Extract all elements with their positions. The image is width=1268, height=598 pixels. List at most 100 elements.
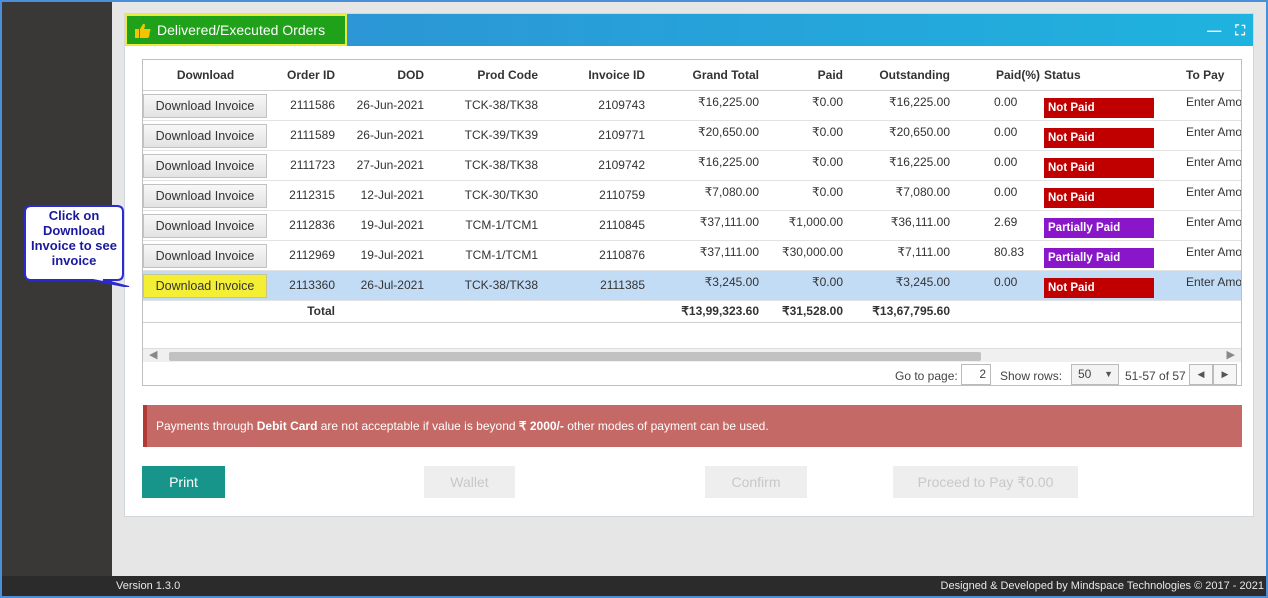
outstanding-cell: ₹7,111.00 (861, 240, 968, 271)
table-row[interactable]: Download Invoice 2112969 19-Jul-2021 TCM-1/… (143, 240, 1241, 271)
download-invoice-button[interactable]: Download Invoice (143, 273, 267, 298)
paid-cell: ₹0.00 (777, 150, 861, 181)
notice-text-middle: are not acceptable if value is beyond (317, 419, 519, 433)
scroll-left-icon[interactable]: ◀ (149, 348, 157, 361)
goto-page-label: Go to page: (895, 369, 958, 383)
status-badge: Not Paid (1044, 157, 1154, 178)
col-header-paid[interactable]: Paid (777, 60, 861, 91)
status-badge: Partially Paid (1044, 247, 1154, 268)
dod-cell: 19-Jul-2021 (353, 210, 442, 241)
download-invoice-button[interactable]: Download Invoice (143, 243, 267, 268)
total-outstanding: ₹13,67,795.60 (861, 300, 968, 323)
show-rows-label: Show rows: (1000, 369, 1063, 383)
paid-cell: ₹0.00 (777, 180, 861, 211)
download-invoice-button[interactable]: Download Invoice (143, 213, 267, 238)
invoice-id-cell: 2109742 (556, 150, 663, 181)
total-label: Total (268, 300, 353, 323)
to-pay-input[interactable]: Enter Amount (1154, 180, 1241, 211)
table-row[interactable]: Download Invoice 2112836 19-Jul-2021 TCM-1/… (143, 210, 1241, 241)
paid-pct-cell: 0.00 (968, 120, 1044, 151)
outstanding-cell: ₹36,111.00 (861, 210, 968, 241)
next-page-button[interactable]: ▶ (1213, 364, 1237, 385)
rows-per-page-select[interactable]: 50 ▼ (1071, 364, 1119, 385)
col-header-order-id[interactable]: Order ID (268, 60, 353, 91)
col-header-paid-pct[interactable]: Paid(%) (968, 60, 1044, 91)
download-invoice-button[interactable]: Download Invoice (143, 183, 267, 208)
to-pay-input[interactable]: Enter Amount (1154, 240, 1241, 271)
goto-page-input[interactable]: 2 (961, 364, 991, 385)
table-row[interactable]: Download Invoice 2111723 27-Jun-2021 TCK-38… (143, 150, 1241, 181)
col-header-to-pay[interactable]: To Pay (1154, 60, 1241, 91)
prod-code-cell: TCK-38/TK38 (442, 150, 556, 181)
notice-debit-card: Debit Card (256, 419, 318, 433)
wallet-button[interactable]: Wallet (424, 466, 515, 498)
confirm-button[interactable]: Confirm (705, 466, 807, 498)
status-badge: Partially Paid (1044, 217, 1154, 238)
paid-cell: ₹30,000.00 (777, 240, 861, 271)
order-id-cell: 2112836 (268, 210, 353, 241)
credit-text: Designed & Developed by Mindspace Techno… (940, 580, 1264, 592)
chevron-down-icon: ▼ (1104, 369, 1113, 379)
total-to-pay: ₹ (1154, 300, 1241, 323)
order-id-cell: 2113360 (268, 270, 353, 301)
download-invoice-button[interactable]: Download Invoice (143, 123, 267, 148)
to-pay-input[interactable]: Enter Amount (1154, 90, 1241, 121)
horizontal-scrollbar[interactable]: ◀ ▶ (143, 348, 1241, 362)
download-invoice-button[interactable]: Download Invoice (143, 93, 267, 118)
outstanding-cell: ₹16,225.00 (861, 90, 968, 121)
prod-code-cell: TCK-38/TK38 (442, 90, 556, 121)
col-header-grand-total[interactable]: Grand Total (663, 60, 777, 91)
status-cell: Partially Paid (1044, 210, 1154, 241)
left-sidebar (2, 2, 112, 576)
download-cell: Download Invoice (143, 210, 268, 241)
col-header-prod-code[interactable]: Prod Code (442, 60, 556, 91)
table-row[interactable]: Download Invoice 2111586 26-Jun-2021 TCK-38… (143, 90, 1241, 121)
status-cell: Not Paid (1044, 90, 1154, 121)
order-id-cell: 2112315 (268, 180, 353, 211)
table-row[interactable]: Download Invoice 2112315 12-Jul-2021 TCK-30… (143, 180, 1241, 211)
status-cell: Not Paid (1044, 120, 1154, 151)
status-badge: Not Paid (1044, 127, 1154, 148)
total-paid: ₹31,528.00 (777, 300, 861, 323)
grand-total-cell: ₹16,225.00 (663, 90, 777, 121)
fullscreen-icon[interactable]: ⛶ (1235, 22, 1245, 39)
proceed-to-pay-button[interactable]: Proceed to Pay ₹0.00 (893, 466, 1078, 498)
scrollbar-thumb[interactable] (169, 352, 981, 361)
prod-code-cell: TCK-30/TK30 (442, 180, 556, 211)
status-badge: Not Paid (1044, 277, 1154, 298)
status-cell: Not Paid (1044, 150, 1154, 181)
to-pay-input[interactable]: Enter Amount (1154, 120, 1241, 151)
download-invoice-button[interactable]: Download Invoice (143, 153, 267, 178)
panel-title-box: Delivered/Executed Orders (125, 14, 347, 46)
status-badge: Not Paid (1044, 97, 1154, 118)
table-row[interactable]: Download Invoice 2111589 26-Jun-2021 TCK-39… (143, 120, 1241, 151)
scroll-right-icon[interactable]: ▶ (1227, 348, 1235, 361)
prod-code-cell: TCM-1/TCM1 (442, 210, 556, 241)
status-cell: Not Paid (1044, 270, 1154, 301)
order-id-cell: 2111589 (268, 120, 353, 151)
to-pay-input[interactable]: Enter Amount (1154, 270, 1241, 301)
callout-text: Click on Download Invoice to see invoice (31, 208, 117, 268)
table-row[interactable]: Download Invoice 2113360 26-Jul-2021 TCK-38… (143, 270, 1241, 301)
print-button[interactable]: Print (142, 466, 225, 498)
to-pay-input[interactable]: Enter Amount (1154, 210, 1241, 241)
col-header-outstanding[interactable]: Outstanding (861, 60, 968, 91)
col-header-status[interactable]: Status (1044, 60, 1154, 91)
col-header-dod[interactable]: DOD (353, 60, 442, 91)
col-header-download[interactable]: Download (143, 60, 268, 91)
prev-page-button[interactable]: ◀ (1189, 364, 1213, 385)
download-cell: Download Invoice (143, 240, 268, 271)
paid-cell: ₹1,000.00 (777, 210, 861, 241)
paid-cell: ₹0.00 (777, 120, 861, 151)
rows-per-page-value: 50 (1078, 367, 1092, 381)
invoice-id-cell: 2109771 (556, 120, 663, 151)
grand-total-cell: ₹37,111.00 (663, 240, 777, 271)
to-pay-input[interactable]: Enter Amount (1154, 150, 1241, 181)
order-id-cell: 2112969 (268, 240, 353, 271)
panel-title: Delivered/Executed Orders (157, 22, 326, 38)
col-header-invoice-id[interactable]: Invoice ID (556, 60, 663, 91)
minimize-icon[interactable]: — (1207, 22, 1221, 38)
payment-notice: Payments through Debit Card are not acce… (143, 405, 1242, 447)
order-id-cell: 2111723 (268, 150, 353, 181)
paid-pct-cell: 2.69 (968, 210, 1044, 241)
